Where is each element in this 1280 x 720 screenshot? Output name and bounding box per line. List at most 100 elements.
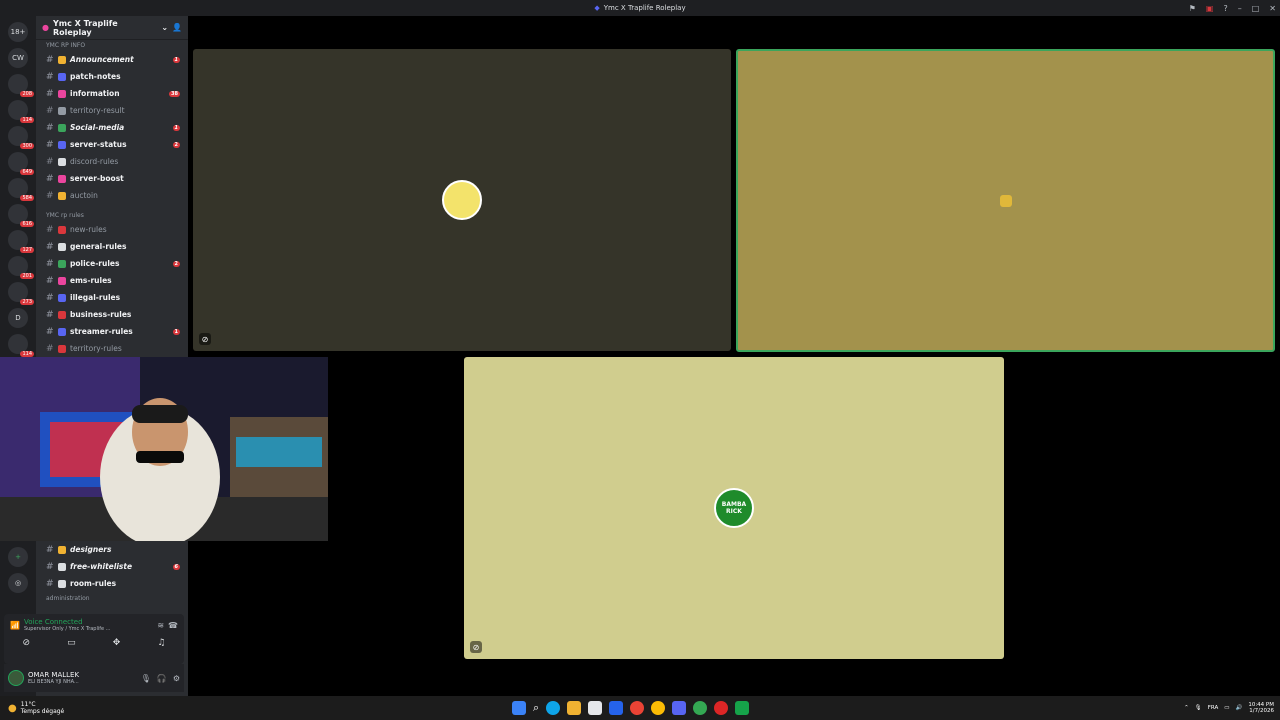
camera-off-icon[interactable]: ⊘ [23, 638, 31, 648]
soundboard-icon[interactable]: ♫ [157, 638, 165, 648]
hash-icon: # [46, 309, 54, 320]
play-icon[interactable] [735, 701, 750, 715]
server-icon[interactable]: D [8, 308, 28, 328]
server-icon[interactable]: 114 [8, 100, 34, 123]
maximize-button[interactable]: □ [1252, 4, 1260, 13]
channel-item[interactable]: # Announcement 1 [36, 51, 188, 68]
discover-button[interactable]: ◎ [8, 573, 28, 593]
language-indicator[interactable]: FRA [1208, 705, 1219, 711]
server-icon[interactable]: 127 [8, 230, 34, 253]
server-icon[interactable]: 300 [8, 126, 34, 149]
guild-header[interactable]: ● Ymc X Traplife Roleplay ⌄ 👤 [36, 16, 188, 40]
mention-badge: 616 [20, 221, 34, 227]
category-info[interactable]: YMC RP INFO [36, 40, 188, 51]
channel-item[interactable]: # room-rules [36, 575, 188, 592]
screen-share-icon[interactable]: ▣ [1206, 4, 1214, 13]
channel-item[interactable]: # general-rules [36, 238, 188, 255]
app-icon[interactable] [714, 701, 729, 715]
activities-icon[interactable]: ✥ [113, 638, 121, 648]
mic-tray-icon[interactable]: 🎙 [1195, 705, 1202, 711]
chevron-up-icon[interactable]: ⌃ [1184, 705, 1189, 711]
server-icon[interactable]: CW [8, 48, 28, 68]
channel-item[interactable]: # auctoin [36, 187, 188, 204]
discord-icon[interactable] [672, 701, 687, 715]
weather-text: 11°C Temps dégagé [21, 701, 65, 715]
add-member-icon[interactable]: 👤 [172, 23, 182, 32]
channel-item[interactable]: # police-rules 2 [36, 255, 188, 272]
noise-suppression-icon[interactable]: ≋ [157, 621, 164, 630]
mail-icon[interactable] [609, 701, 624, 715]
channel-name: general-rules [70, 242, 127, 251]
channel-item[interactable]: # discord-rules [36, 153, 188, 170]
search-icon[interactable]: ⌕ [533, 701, 539, 715]
category-admin[interactable]: administration [36, 593, 188, 604]
channel-item[interactable]: # Social-media 1 [36, 119, 188, 136]
chrome-icon[interactable] [693, 701, 708, 715]
channel-item[interactable]: # territory-result [36, 102, 188, 119]
disconnect-icon[interactable]: ☎ [168, 621, 178, 630]
server-icon[interactable]: 649 [8, 152, 34, 175]
info-channel-list: # Announcement 1 # patch-notes # information 38… [36, 51, 188, 204]
channel-item[interactable]: # streamer-rules 1 [36, 323, 188, 340]
hash-icon: # [46, 190, 54, 201]
channel-emoji-icon [58, 327, 66, 336]
participant-tile-3[interactable]: BAMBA RICK ⊘ [464, 357, 1004, 659]
chrome-icon[interactable] [651, 701, 666, 715]
server-icon[interactable]: 273 [8, 282, 34, 305]
participant-tile-1[interactable]: ⊘ [193, 49, 731, 351]
participant-avatar [999, 194, 1012, 207]
channel-item[interactable]: # territory-rules [36, 340, 188, 357]
help-icon[interactable]: ? [1223, 4, 1227, 13]
category-rules[interactable]: YMC rp rules [36, 210, 188, 221]
channel-item[interactable]: # new-rules [36, 221, 188, 238]
channel-emoji-icon [58, 579, 66, 588]
channel-item[interactable]: # information 38 [36, 85, 188, 102]
hash-icon: # [46, 326, 54, 337]
weather-widget[interactable]: ● 11°C Temps dégagé [0, 701, 64, 715]
hash-icon: # [46, 241, 54, 252]
channel-emoji-icon [58, 89, 66, 98]
voice-channel[interactable]: Supervisor Only / Ymc X Traplife ... [24, 626, 110, 632]
clock[interactable]: 10:44 PM 1/7/2026 [1248, 702, 1274, 714]
channel-item[interactable]: # server-boost [36, 170, 188, 187]
flag-icon[interactable]: ⚑ [1189, 4, 1196, 13]
server-icon[interactable]: 114 [8, 334, 34, 357]
channel-item[interactable]: # designers [36, 541, 188, 558]
settings-gear-icon[interactable]: ⚙ [173, 674, 180, 683]
channel-emoji-icon [58, 157, 66, 166]
server-icon[interactable]: 208 [8, 74, 34, 97]
channel-emoji-icon [58, 293, 66, 302]
edge-icon[interactable] [546, 701, 561, 715]
channel-item[interactable]: # illegal-rules [36, 289, 188, 306]
participant-avatar [442, 180, 482, 220]
channel-item[interactable]: # ems-rules [36, 272, 188, 289]
server-icon[interactable]: 584 [8, 178, 34, 201]
store-icon[interactable] [588, 701, 603, 715]
network-icon[interactable]: ▭ [1224, 705, 1229, 711]
channel-item[interactable]: # patch-notes [36, 68, 188, 85]
channel-item[interactable]: # business-rules [36, 306, 188, 323]
screen-share-button[interactable]: ▭ [67, 638, 76, 648]
add-server-button[interactable]: + [8, 547, 28, 567]
chrome-icon[interactable] [630, 701, 645, 715]
server-icon[interactable]: 201 [8, 256, 34, 279]
channel-item[interactable]: # server-status 2 [36, 136, 188, 153]
close-button[interactable]: ✕ [1269, 4, 1276, 13]
headphones-icon[interactable]: 🎧 [157, 674, 167, 683]
server-icon[interactable]: 616 [8, 204, 34, 227]
start-icon[interactable] [512, 701, 526, 715]
volume-icon[interactable]: 🔊 [1235, 705, 1242, 711]
avatar[interactable] [8, 670, 24, 686]
user-info[interactable]: OMAR MALLEK ELI BE3NA YJI NHA... [28, 671, 79, 685]
channel-emoji-icon [58, 106, 66, 115]
mic-icon[interactable]: 🎙 [141, 674, 151, 683]
server-icon[interactable]: 18+ [8, 22, 28, 42]
channel-name: ems-rules [70, 276, 112, 285]
mention-badge: 201 [20, 273, 34, 279]
folder-icon[interactable] [567, 701, 582, 715]
channel-name: business-rules [70, 310, 132, 319]
participant-tile-2[interactable] [736, 49, 1275, 352]
minimize-button[interactable]: – [1238, 4, 1242, 13]
hash-icon: # [46, 258, 54, 269]
channel-item[interactable]: # free-whiteliste 6 [36, 558, 188, 575]
